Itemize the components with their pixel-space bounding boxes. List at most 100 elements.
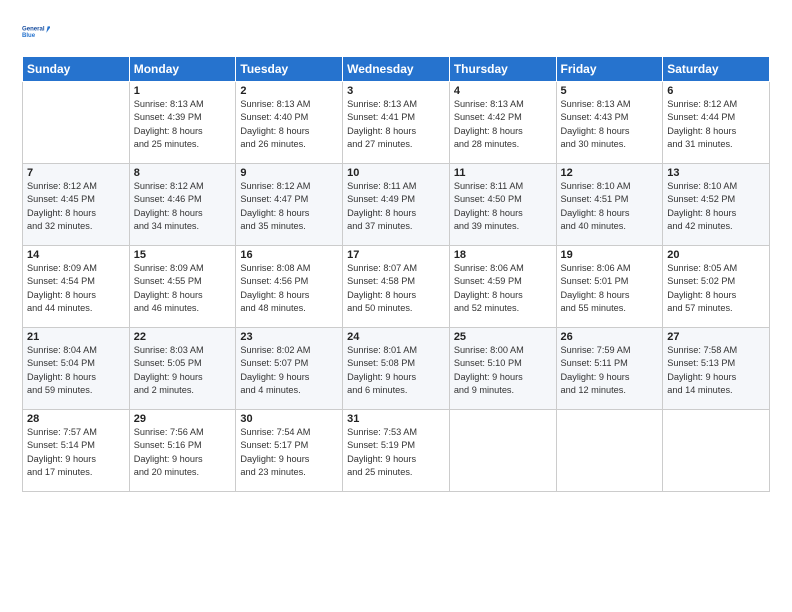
page-header: General Blue bbox=[22, 18, 770, 46]
cell-text: Sunrise: 8:11 AM Sunset: 4:50 PM Dayligh… bbox=[454, 180, 552, 233]
cell-text: Sunrise: 7:59 AM Sunset: 5:11 PM Dayligh… bbox=[561, 344, 659, 397]
cell-text: Sunrise: 8:02 AM Sunset: 5:07 PM Dayligh… bbox=[240, 344, 338, 397]
cell-text: Sunrise: 8:00 AM Sunset: 5:10 PM Dayligh… bbox=[454, 344, 552, 397]
calendar-cell: 23Sunrise: 8:02 AM Sunset: 5:07 PM Dayli… bbox=[236, 328, 343, 410]
day-number: 27 bbox=[667, 331, 765, 343]
calendar-cell: 14Sunrise: 8:09 AM Sunset: 4:54 PM Dayli… bbox=[23, 246, 130, 328]
day-number: 30 bbox=[240, 413, 338, 425]
calendar-cell: 21Sunrise: 8:04 AM Sunset: 5:04 PM Dayli… bbox=[23, 328, 130, 410]
day-number: 3 bbox=[347, 85, 445, 97]
cell-text: Sunrise: 7:58 AM Sunset: 5:13 PM Dayligh… bbox=[667, 344, 765, 397]
day-number: 2 bbox=[240, 85, 338, 97]
calendar-cell: 12Sunrise: 8:10 AM Sunset: 4:51 PM Dayli… bbox=[556, 164, 663, 246]
svg-text:Blue: Blue bbox=[22, 33, 36, 39]
cell-text: Sunrise: 8:13 AM Sunset: 4:39 PM Dayligh… bbox=[134, 98, 232, 151]
calendar-cell: 19Sunrise: 8:06 AM Sunset: 5:01 PM Dayli… bbox=[556, 246, 663, 328]
cell-text: Sunrise: 8:09 AM Sunset: 4:55 PM Dayligh… bbox=[134, 262, 232, 315]
cell-text: Sunrise: 8:05 AM Sunset: 5:02 PM Dayligh… bbox=[667, 262, 765, 315]
day-number: 6 bbox=[667, 85, 765, 97]
weekday-header-cell: Monday bbox=[129, 57, 236, 82]
cell-text: Sunrise: 8:12 AM Sunset: 4:45 PM Dayligh… bbox=[27, 180, 125, 233]
cell-text: Sunrise: 8:08 AM Sunset: 4:56 PM Dayligh… bbox=[240, 262, 338, 315]
cell-text: Sunrise: 8:06 AM Sunset: 5:01 PM Dayligh… bbox=[561, 262, 659, 315]
day-number: 18 bbox=[454, 249, 552, 261]
day-number: 28 bbox=[27, 413, 125, 425]
calendar-cell: 26Sunrise: 7:59 AM Sunset: 5:11 PM Dayli… bbox=[556, 328, 663, 410]
day-number: 4 bbox=[454, 85, 552, 97]
calendar-cell: 13Sunrise: 8:10 AM Sunset: 4:52 PM Dayli… bbox=[663, 164, 770, 246]
calendar-cell: 20Sunrise: 8:05 AM Sunset: 5:02 PM Dayli… bbox=[663, 246, 770, 328]
svg-text:General: General bbox=[22, 27, 45, 33]
day-number: 24 bbox=[347, 331, 445, 343]
calendar-cell: 10Sunrise: 8:11 AM Sunset: 4:49 PM Dayli… bbox=[343, 164, 450, 246]
cell-text: Sunrise: 7:56 AM Sunset: 5:16 PM Dayligh… bbox=[134, 426, 232, 479]
calendar-cell: 27Sunrise: 7:58 AM Sunset: 5:13 PM Dayli… bbox=[663, 328, 770, 410]
day-number: 19 bbox=[561, 249, 659, 261]
cell-text: Sunrise: 8:11 AM Sunset: 4:49 PM Dayligh… bbox=[347, 180, 445, 233]
day-number: 7 bbox=[27, 167, 125, 179]
cell-text: Sunrise: 8:03 AM Sunset: 5:05 PM Dayligh… bbox=[134, 344, 232, 397]
day-number: 15 bbox=[134, 249, 232, 261]
day-number: 10 bbox=[347, 167, 445, 179]
day-number: 25 bbox=[454, 331, 552, 343]
cell-text: Sunrise: 8:12 AM Sunset: 4:44 PM Dayligh… bbox=[667, 98, 765, 151]
cell-text: Sunrise: 8:10 AM Sunset: 4:52 PM Dayligh… bbox=[667, 180, 765, 233]
weekday-header-row: SundayMondayTuesdayWednesdayThursdayFrid… bbox=[23, 57, 770, 82]
calendar-cell bbox=[449, 410, 556, 492]
calendar-cell: 6Sunrise: 8:12 AM Sunset: 4:44 PM Daylig… bbox=[663, 82, 770, 164]
calendar-cell bbox=[23, 82, 130, 164]
logo-icon: General Blue bbox=[22, 18, 50, 46]
weekday-header-cell: Tuesday bbox=[236, 57, 343, 82]
day-number: 11 bbox=[454, 167, 552, 179]
calendar-week-row: 7Sunrise: 8:12 AM Sunset: 4:45 PM Daylig… bbox=[23, 164, 770, 246]
cell-text: Sunrise: 7:57 AM Sunset: 5:14 PM Dayligh… bbox=[27, 426, 125, 479]
day-number: 22 bbox=[134, 331, 232, 343]
day-number: 8 bbox=[134, 167, 232, 179]
calendar-cell: 25Sunrise: 8:00 AM Sunset: 5:10 PM Dayli… bbox=[449, 328, 556, 410]
calendar-cell: 11Sunrise: 8:11 AM Sunset: 4:50 PM Dayli… bbox=[449, 164, 556, 246]
weekday-header-cell: Saturday bbox=[663, 57, 770, 82]
weekday-header-cell: Sunday bbox=[23, 57, 130, 82]
cell-text: Sunrise: 8:06 AM Sunset: 4:59 PM Dayligh… bbox=[454, 262, 552, 315]
calendar-cell: 29Sunrise: 7:56 AM Sunset: 5:16 PM Dayli… bbox=[129, 410, 236, 492]
cell-text: Sunrise: 8:13 AM Sunset: 4:43 PM Dayligh… bbox=[561, 98, 659, 151]
cell-text: Sunrise: 8:12 AM Sunset: 4:47 PM Dayligh… bbox=[240, 180, 338, 233]
calendar-table: SundayMondayTuesdayWednesdayThursdayFrid… bbox=[22, 56, 770, 492]
calendar-cell bbox=[663, 410, 770, 492]
day-number: 13 bbox=[667, 167, 765, 179]
calendar-cell: 7Sunrise: 8:12 AM Sunset: 4:45 PM Daylig… bbox=[23, 164, 130, 246]
calendar-body: 1Sunrise: 8:13 AM Sunset: 4:39 PM Daylig… bbox=[23, 82, 770, 492]
calendar-cell: 2Sunrise: 8:13 AM Sunset: 4:40 PM Daylig… bbox=[236, 82, 343, 164]
calendar-cell: 1Sunrise: 8:13 AM Sunset: 4:39 PM Daylig… bbox=[129, 82, 236, 164]
calendar-cell: 15Sunrise: 8:09 AM Sunset: 4:55 PM Dayli… bbox=[129, 246, 236, 328]
cell-text: Sunrise: 7:53 AM Sunset: 5:19 PM Dayligh… bbox=[347, 426, 445, 479]
calendar-cell: 5Sunrise: 8:13 AM Sunset: 4:43 PM Daylig… bbox=[556, 82, 663, 164]
cell-text: Sunrise: 8:13 AM Sunset: 4:40 PM Dayligh… bbox=[240, 98, 338, 151]
calendar-cell: 31Sunrise: 7:53 AM Sunset: 5:19 PM Dayli… bbox=[343, 410, 450, 492]
day-number: 21 bbox=[27, 331, 125, 343]
calendar-cell: 24Sunrise: 8:01 AM Sunset: 5:08 PM Dayli… bbox=[343, 328, 450, 410]
day-number: 20 bbox=[667, 249, 765, 261]
calendar-cell: 28Sunrise: 7:57 AM Sunset: 5:14 PM Dayli… bbox=[23, 410, 130, 492]
weekday-header-cell: Wednesday bbox=[343, 57, 450, 82]
cell-text: Sunrise: 8:13 AM Sunset: 4:42 PM Dayligh… bbox=[454, 98, 552, 151]
calendar-week-row: 14Sunrise: 8:09 AM Sunset: 4:54 PM Dayli… bbox=[23, 246, 770, 328]
day-number: 16 bbox=[240, 249, 338, 261]
calendar-cell: 30Sunrise: 7:54 AM Sunset: 5:17 PM Dayli… bbox=[236, 410, 343, 492]
cell-text: Sunrise: 8:04 AM Sunset: 5:04 PM Dayligh… bbox=[27, 344, 125, 397]
day-number: 9 bbox=[240, 167, 338, 179]
calendar-cell: 3Sunrise: 8:13 AM Sunset: 4:41 PM Daylig… bbox=[343, 82, 450, 164]
day-number: 14 bbox=[27, 249, 125, 261]
calendar-cell: 18Sunrise: 8:06 AM Sunset: 4:59 PM Dayli… bbox=[449, 246, 556, 328]
day-number: 23 bbox=[240, 331, 338, 343]
calendar-cell: 4Sunrise: 8:13 AM Sunset: 4:42 PM Daylig… bbox=[449, 82, 556, 164]
cell-text: Sunrise: 8:12 AM Sunset: 4:46 PM Dayligh… bbox=[134, 180, 232, 233]
logo: General Blue bbox=[22, 18, 50, 46]
calendar-cell: 17Sunrise: 8:07 AM Sunset: 4:58 PM Dayli… bbox=[343, 246, 450, 328]
day-number: 31 bbox=[347, 413, 445, 425]
cell-text: Sunrise: 7:54 AM Sunset: 5:17 PM Dayligh… bbox=[240, 426, 338, 479]
calendar-cell: 8Sunrise: 8:12 AM Sunset: 4:46 PM Daylig… bbox=[129, 164, 236, 246]
calendar-week-row: 1Sunrise: 8:13 AM Sunset: 4:39 PM Daylig… bbox=[23, 82, 770, 164]
day-number: 12 bbox=[561, 167, 659, 179]
calendar-cell: 9Sunrise: 8:12 AM Sunset: 4:47 PM Daylig… bbox=[236, 164, 343, 246]
